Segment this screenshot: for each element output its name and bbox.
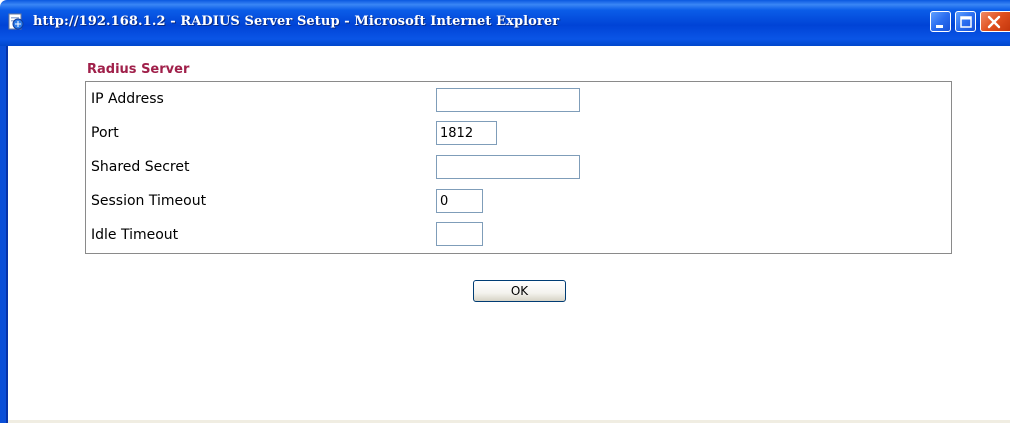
ip-address-label: IP Address bbox=[91, 91, 164, 107]
close-button[interactable] bbox=[980, 11, 1010, 32]
maximize-icon bbox=[960, 16, 972, 28]
ie-page-icon bbox=[7, 13, 25, 31]
browser-window: http://192.168.1.2 - RADIUS Server Setup… bbox=[0, 0, 1010, 423]
maximize-button[interactable] bbox=[955, 11, 976, 32]
ok-button[interactable]: OK bbox=[473, 280, 566, 302]
ip-address-input[interactable] bbox=[436, 88, 580, 112]
idle-timeout-input[interactable] bbox=[436, 222, 483, 246]
session-timeout-input[interactable] bbox=[436, 189, 483, 213]
window-title: http://192.168.1.2 - RADIUS Server Setup… bbox=[33, 14, 560, 29]
close-icon bbox=[987, 15, 1001, 29]
title-bar[interactable]: http://192.168.1.2 - RADIUS Server Setup… bbox=[0, 0, 1010, 46]
port-label: Port bbox=[91, 125, 119, 141]
shared-secret-input[interactable] bbox=[436, 155, 580, 179]
section-title: Radius Server bbox=[87, 62, 190, 77]
session-timeout-label: Session Timeout bbox=[91, 193, 207, 209]
port-input[interactable] bbox=[436, 121, 497, 145]
minimize-button[interactable] bbox=[930, 11, 951, 32]
idle-timeout-label: Idle Timeout bbox=[91, 227, 179, 243]
shared-secret-label: Shared Secret bbox=[91, 159, 190, 175]
minimize-icon bbox=[936, 25, 943, 28]
window-frame-left bbox=[0, 46, 8, 423]
